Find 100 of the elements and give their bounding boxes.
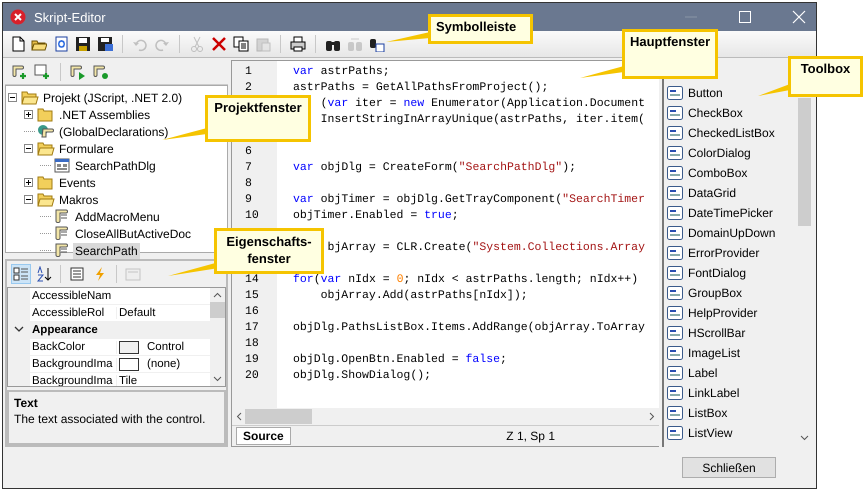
- add-script-icon[interactable]: [11, 64, 29, 80]
- scroll-down-icon[interactable]: [213, 376, 222, 382]
- toolbox-item[interactable]: CheckedListBox: [688, 126, 775, 140]
- scroll-thumb[interactable]: [210, 302, 225, 318]
- code-line: objDlg.ShowDialog();: [293, 368, 432, 382]
- categorized-icon[interactable]: [11, 264, 31, 284]
- code-line: var objTimer = objDlg.GetTrayComponent("SearchTimer: [293, 192, 645, 206]
- expander-icon[interactable]: [24, 110, 35, 119]
- control-icon: [666, 164, 684, 182]
- control-icon: [666, 264, 684, 282]
- toolbox-item[interactable]: DomainUpDown: [688, 226, 776, 240]
- scroll-right-icon[interactable]: [649, 412, 655, 421]
- open-folder-icon: [37, 192, 55, 207]
- property-name[interactable]: AccessibleRol: [30, 307, 116, 319]
- scroll-left-icon[interactable]: [236, 412, 242, 421]
- control-icon: [666, 104, 684, 122]
- toolbox-item[interactable]: DateTimePicker: [688, 206, 773, 220]
- form-icon: [53, 158, 71, 173]
- property-name[interactable]: BackgroundIma: [30, 358, 116, 370]
- close-icon[interactable]: [792, 10, 806, 24]
- property-value[interactable]: Tile: [119, 375, 138, 386]
- toolbox-item[interactable]: CheckBox: [688, 106, 743, 120]
- line-number: 15: [245, 288, 259, 302]
- control-icon: [666, 144, 684, 162]
- property-value[interactable]: Default: [119, 307, 156, 319]
- tree-item[interactable]: (GlobalDeclarations): [57, 124, 170, 140]
- toolbox-item[interactable]: LinkLabel: [688, 386, 740, 400]
- toolbox-item[interactable]: DataGrid: [688, 186, 736, 200]
- code-line: for(var nIdx = 0; nIdx < astrPaths.length; nIdx++): [293, 272, 638, 286]
- scroll-up-icon[interactable]: [213, 292, 222, 298]
- control-icon: [666, 184, 684, 202]
- property-value[interactable]: (none): [147, 358, 180, 370]
- toolbox-item[interactable]: Label: [688, 366, 718, 380]
- property-name[interactable]: AccessibleNam: [30, 290, 116, 302]
- debug-script-icon[interactable]: [92, 64, 110, 80]
- control-icon: [666, 424, 684, 442]
- toolbox-item[interactable]: HelpProvider: [688, 306, 758, 320]
- delete-icon[interactable]: [211, 36, 227, 52]
- tree-item[interactable]: SearchPath: [73, 242, 140, 258]
- close-button[interactable]: Schließen: [682, 457, 776, 478]
- sort-alphabetical-icon[interactable]: [34, 264, 54, 284]
- callout-text: fenster: [246, 250, 292, 267]
- code-line: InsertStringInArrayUnique(astrPaths, iter.item(: [320, 112, 645, 126]
- print-icon[interactable]: [290, 36, 306, 52]
- control-icon: [666, 84, 684, 102]
- toolbox-item[interactable]: ListBox: [688, 406, 728, 420]
- run-script-icon[interactable]: [69, 64, 87, 80]
- code-line: objDlg.OpenBtn.Enabled = false;: [293, 352, 507, 366]
- toolbox-item[interactable]: ColorDialog: [688, 146, 751, 160]
- expander-icon[interactable]: [8, 93, 19, 102]
- scroll-thumb[interactable]: [798, 98, 811, 226]
- source-tab[interactable]: Source: [236, 427, 291, 445]
- expander-icon[interactable]: [24, 195, 35, 204]
- line-number: 14: [245, 272, 259, 286]
- property-value[interactable]: Control: [147, 341, 184, 353]
- folder-icon: [37, 107, 55, 122]
- line-number: 7: [245, 160, 252, 174]
- toolbox-item[interactable]: ImageList: [688, 346, 740, 360]
- line-number: 9: [245, 192, 252, 206]
- toolbox-item[interactable]: FontDialog: [688, 266, 746, 280]
- add-form-icon[interactable]: [34, 64, 52, 80]
- scroll-thumb[interactable]: [245, 409, 312, 424]
- tree-item[interactable]: CloseAllButActiveDoc: [73, 226, 194, 242]
- scrollbar[interactable]: [210, 288, 225, 386]
- line-number: 19: [245, 352, 259, 366]
- line-number: 16: [245, 304, 259, 318]
- tree-item[interactable]: Formulare: [57, 140, 116, 156]
- control-icon: [666, 344, 684, 362]
- tree-item[interactable]: .NET Assemblies: [57, 106, 152, 122]
- expander-icon[interactable]: [24, 144, 35, 153]
- refresh-document-icon[interactable]: [53, 36, 69, 52]
- save-all-icon[interactable]: [97, 36, 113, 52]
- maximize-icon[interactable]: [738, 10, 752, 24]
- toolbox-item[interactable]: ErrorProvider: [688, 246, 760, 260]
- save-icon[interactable]: [75, 36, 91, 52]
- script-icon: [53, 209, 71, 224]
- toolbox-item[interactable]: ComboBox: [688, 166, 748, 180]
- tree-item[interactable]: AddMacroMenu: [73, 208, 162, 224]
- callout-text: Toolbox: [800, 61, 852, 76]
- scroll-down-icon[interactable]: [800, 435, 809, 441]
- tree-item[interactable]: SearchPathDlg: [73, 158, 158, 174]
- tree-item[interactable]: Projekt (JScript, .NET 2.0): [41, 90, 184, 106]
- property-name[interactable]: BackColor: [30, 341, 116, 353]
- copy-icon[interactable]: [233, 36, 249, 52]
- chevron-icon[interactable]: [14, 326, 24, 334]
- control-icon: [666, 404, 684, 422]
- tree-item[interactable]: Events: [57, 174, 98, 190]
- toolbox-item[interactable]: ListView: [688, 426, 732, 440]
- callout-text: Symbolleiste: [436, 19, 518, 34]
- script-icon: [53, 226, 71, 241]
- script-icon: [53, 243, 71, 258]
- find-in-files-icon[interactable]: [369, 36, 385, 52]
- toolbox-item[interactable]: GroupBox: [688, 286, 742, 300]
- toolbox-item[interactable]: HScrollBar: [688, 326, 746, 340]
- tree-item[interactable]: Makros: [57, 192, 100, 208]
- control-icon: [666, 304, 684, 322]
- callout-text: Hauptfenster: [630, 34, 710, 49]
- description-text: The text associated with the control.: [14, 412, 206, 426]
- expander-icon[interactable]: [24, 178, 35, 187]
- toolbox-item[interactable]: Button: [688, 86, 723, 100]
